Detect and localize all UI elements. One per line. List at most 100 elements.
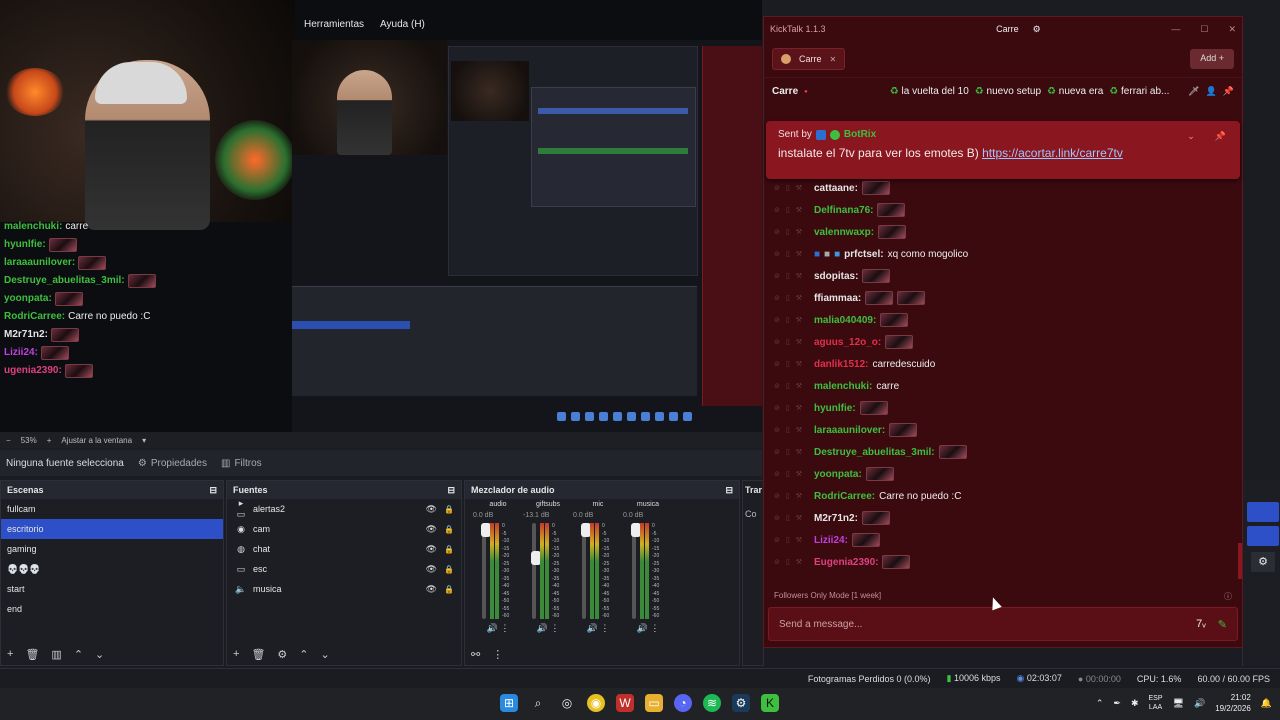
delete-icon[interactable]: ▯ — [786, 272, 790, 280]
chat-username[interactable]: aguus_12o_o: — [814, 337, 881, 348]
timeout-icon[interactable]: ⊘ — [774, 492, 780, 500]
volume-fader[interactable] — [531, 523, 541, 619]
chat-username[interactable]: prfctsel: — [844, 249, 883, 260]
chat-username[interactable]: yoonpata: — [814, 469, 862, 480]
eye-icon[interactable]: 👁 — [426, 524, 437, 535]
menu-herramientas[interactable]: Herramientas — [304, 19, 364, 30]
timeout-icon[interactable]: ⊘ — [774, 338, 780, 346]
chat-username[interactable]: RodriCarree: — [814, 491, 875, 502]
sword-icon[interactable]: 🗡 — [1188, 86, 1199, 97]
clock[interactable]: 21:02 19/2/2026 — [1215, 692, 1251, 714]
start-recording-button[interactable] — [1247, 526, 1279, 546]
language-indicator[interactable]: ESP LAA — [1149, 694, 1163, 712]
volume-fader[interactable] — [631, 523, 641, 619]
speaker-icon[interactable]: 🔊 — [637, 623, 651, 633]
delete-icon[interactable]: ▯ — [786, 470, 790, 478]
chat-username[interactable]: valennwaxp: — [814, 227, 874, 238]
kick-emote-icon[interactable]: ✎ — [1218, 618, 1227, 631]
scene-item[interactable]: start — [1, 579, 223, 599]
trash-icon[interactable]: 🗑 — [25, 648, 39, 661]
chat-username[interactable]: Delfinana76: — [814, 205, 873, 216]
delete-icon[interactable]: ▯ — [786, 228, 790, 236]
scene-item[interactable]: gaming — [1, 539, 223, 559]
kicktalk-icon[interactable]: K — [761, 694, 779, 712]
eye-icon[interactable]: 👁 — [426, 504, 437, 515]
delete-icon[interactable]: ▯ — [786, 250, 790, 258]
dock-menu-icon[interactable]: ⊟ — [725, 485, 733, 495]
delete-icon[interactable]: ▯ — [786, 404, 790, 412]
timeout-icon[interactable]: ⊘ — [774, 184, 780, 192]
timeout-icon[interactable]: ⊘ — [774, 206, 780, 214]
add-icon[interactable]: + — [233, 648, 239, 660]
bluetooth-icon[interactable]: ✱ — [1131, 698, 1139, 709]
maximize-icon[interactable]: ☐ — [1200, 24, 1208, 35]
delete-icon[interactable]: ▯ — [786, 184, 790, 192]
arrow-down-icon[interactable]: ⌄ — [321, 648, 330, 661]
delete-icon[interactable]: ▯ — [786, 558, 790, 566]
spotify-icon[interactable]: ≋ — [703, 694, 721, 712]
transitions-select[interactable]: Co — [745, 509, 761, 519]
start-streaming-button[interactable] — [1247, 502, 1279, 522]
chat-username[interactable]: malia040409: — [814, 315, 876, 326]
source-item[interactable]: ◉ cam 👁 🔒 — [227, 519, 461, 539]
discord-icon[interactable]: ◔ — [674, 694, 692, 712]
speaker-icon[interactable]: 🔊 — [537, 623, 551, 633]
search-icon[interactable]: ⌕ — [529, 694, 547, 712]
lock-icon[interactable]: 🔒 — [443, 585, 455, 594]
obs-icon[interactable]: ◎ — [558, 694, 576, 712]
lock-icon[interactable]: 🔒 — [443, 565, 455, 574]
scene-item[interactable]: end — [1, 599, 223, 619]
arrow-down-icon[interactable]: ⌄ — [95, 648, 104, 661]
close-icon[interactable]: ✕ — [1228, 24, 1236, 35]
user-icon[interactable]: 👤 — [1206, 86, 1217, 97]
unpin-icon[interactable]: 📌 — [1215, 131, 1226, 142]
timeout-icon[interactable]: ⊘ — [774, 448, 780, 456]
chat-username[interactable]: Destruye_abuelitas_3mil: — [814, 447, 935, 458]
volume-fader[interactable] — [481, 523, 491, 619]
filters-button[interactable]: ▥ Filtros — [221, 458, 262, 469]
dock-menu-icon[interactable]: ⊟ — [209, 485, 217, 495]
delete-icon[interactable]: ▯ — [786, 448, 790, 456]
dock-menu-icon[interactable]: ⊟ — [447, 485, 455, 495]
pen-icon[interactable]: ✒ — [1113, 698, 1121, 709]
timeout-icon[interactable]: ⊘ — [774, 426, 780, 434]
chat-username[interactable]: Eugenia2390: — [814, 557, 878, 568]
message-input[interactable]: Send a message... 7ᵥ ✎ — [768, 607, 1238, 641]
chat-username[interactable]: danlik1512: — [814, 359, 868, 370]
chat-username[interactable]: laraaaunilover: — [814, 425, 885, 436]
more-icon[interactable]: ⋮ — [600, 623, 609, 633]
settings-icon[interactable]: ⚙ — [1033, 24, 1041, 35]
source-item[interactable]: ▸ ▭ alertas2 👁 🔒 — [227, 498, 461, 519]
notifications-icon[interactable]: 🔔 — [1261, 698, 1272, 709]
ban-icon[interactable]: ⚒ — [796, 206, 802, 214]
folder-icon[interactable]: ▭ — [645, 694, 663, 712]
chat-scrollbar[interactable] — [1238, 543, 1242, 579]
timeout-icon[interactable]: ⊘ — [774, 294, 780, 302]
ban-icon[interactable]: ⚒ — [796, 514, 802, 522]
ban-icon[interactable]: ⚒ — [796, 492, 802, 500]
ban-icon[interactable]: ⚒ — [796, 338, 802, 346]
eye-icon[interactable]: 👁 — [426, 544, 437, 555]
timeout-icon[interactable]: ⊘ — [774, 382, 780, 390]
timeout-icon[interactable]: ⊘ — [774, 558, 780, 566]
gear-icon[interactable]: ⚙ — [277, 648, 287, 661]
ban-icon[interactable]: ⚒ — [796, 382, 802, 390]
filter-icon[interactable]: ▥ — [51, 648, 61, 661]
delete-icon[interactable]: ▯ — [786, 426, 790, 434]
bot-name[interactable]: BotRix — [844, 129, 876, 140]
ban-icon[interactable]: ⚒ — [796, 426, 802, 434]
delete-icon[interactable]: ▯ — [786, 536, 790, 544]
ban-icon[interactable]: ⚒ — [796, 184, 802, 192]
pin-icon[interactable]: 📌 — [1223, 86, 1234, 97]
arrow-up-icon[interactable]: ⌃ — [74, 648, 83, 661]
network-icon[interactable]: 🖥 — [1173, 698, 1184, 709]
lock-icon[interactable]: 🔒 — [443, 525, 455, 534]
chat-username[interactable]: sdopitas: — [814, 271, 858, 282]
trash-icon[interactable]: 🗑 — [251, 648, 265, 661]
source-item[interactable]: ▭ esc 👁 🔒 — [227, 559, 461, 579]
timeout-icon[interactable]: ⊘ — [774, 228, 780, 236]
speaker-icon[interactable]: 🔊 — [587, 623, 601, 633]
ban-icon[interactable]: ⚒ — [796, 558, 802, 566]
steam-icon[interactable]: ⚙ — [732, 694, 750, 712]
windows-start-icon[interactable]: ⊞ — [500, 694, 518, 712]
